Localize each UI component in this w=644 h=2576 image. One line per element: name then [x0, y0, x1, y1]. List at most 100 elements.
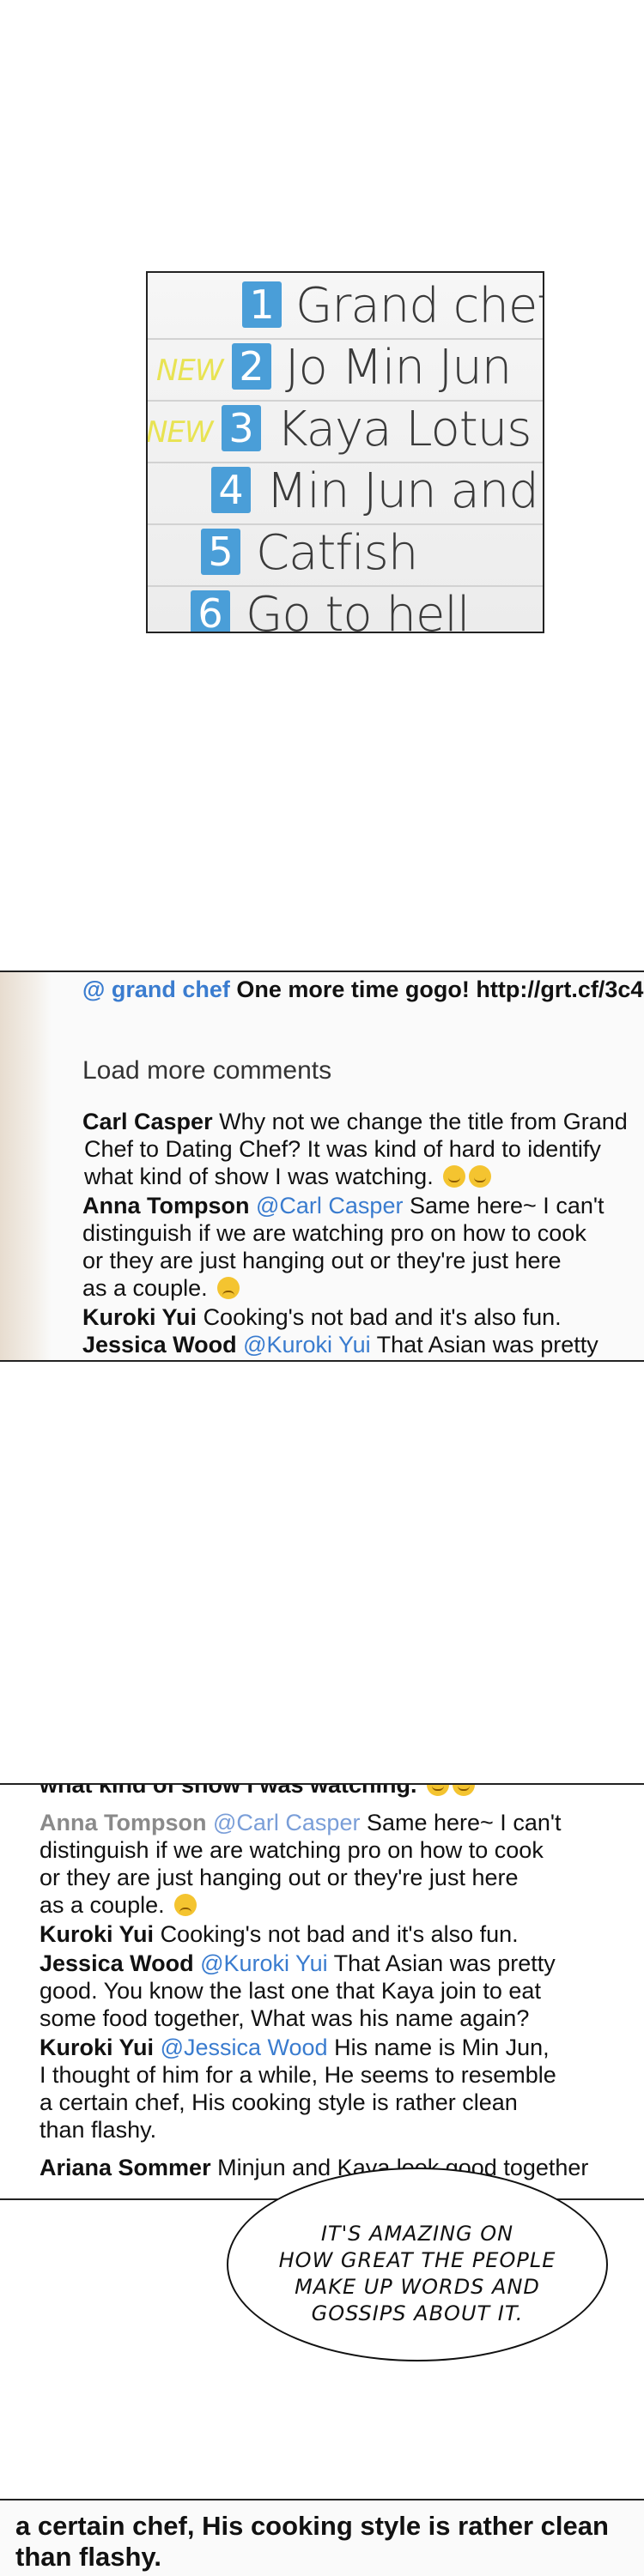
commenter-name[interactable]: Kuroki Yui: [39, 1921, 154, 1947]
comment-line: Jessica Wood @Kuroki Yui That Asian was …: [82, 1331, 598, 1358]
comment-line: or they are just hanging out or they're …: [39, 1864, 518, 1891]
top-post: @ grand chef One more time gogo! http://…: [82, 976, 644, 1003]
new-badge: NEW: [146, 415, 214, 450]
bubble-line: MAKE UP WORDS AND: [295, 2275, 540, 2299]
comment-line: Carl Casper Why not we change the title …: [82, 1108, 628, 1135]
rank-number: 4: [211, 467, 251, 513]
comment-line: a certain chef, His cooking style is rat…: [39, 2089, 518, 2116]
commenter-name[interactable]: Kuroki Yui: [82, 1304, 197, 1330]
ranking-item[interactable]: 4 Min Jun and: [148, 462, 543, 525]
comment-text: a certain chef, His cooking style is rat…: [39, 2089, 518, 2115]
comment-text: a certain chef, His cooking style is rat…: [15, 2511, 609, 2541]
comment-closeup: a certain chef, His cooking style is rat…: [0, 2499, 644, 2576]
comment-text: as a couple.: [82, 1275, 208, 1301]
ranking-item[interactable]: 1 Grand chef: [148, 276, 543, 340]
comment-line: Anna Tompson @Carl Casper Same here~ I c…: [82, 1192, 605, 1219]
rank-number: 3: [222, 405, 261, 451]
comment-line: as a couple.: [82, 1274, 240, 1302]
comment-text: I thought of him for a while, He seems t…: [39, 2062, 556, 2088]
grinning-emoji-icon: [469, 1165, 492, 1188]
ranking-name: Grand chef: [295, 278, 544, 334]
comment-text: what kind of show I was watching.: [84, 1164, 434, 1189]
comments-section-zoomed: what kind of show I was watching. Anna T…: [0, 1783, 644, 2200]
load-more-comments-button[interactable]: Load more comments: [82, 1056, 331, 1085]
comment-line: or they are just hanging out or they're …: [82, 1247, 561, 1274]
mention-link[interactable]: @Jessica Wood: [161, 2035, 328, 2060]
rank-number: 6: [191, 590, 230, 632]
comment-text: or they are just hanging out or they're …: [82, 1248, 562, 1273]
comment-text: than flashy.: [15, 2542, 161, 2572]
comment-line: what kind of show I was watching.: [84, 1163, 492, 1190]
grinning-emoji-icon: [443, 1165, 466, 1188]
comment-text: His name is Min Jun,: [334, 2035, 550, 2060]
comment-line: Chef to Dating Chef? It was kind of hard…: [84, 1135, 601, 1163]
mention-link[interactable]: @Carl Casper: [213, 1810, 360, 1835]
comment-line: Jessica Wood @Kuroki Yui That Asian was …: [39, 1950, 556, 1977]
comment-text: Same here~ I can't: [366, 1810, 562, 1835]
ranking-name: Kaya Lotus: [276, 402, 532, 457]
comment-text: or they are just hanging out or they're …: [39, 1865, 519, 1890]
comment-text: what kind of show I was watching.: [39, 1783, 417, 1798]
comment-text: Same here~ I can't: [409, 1193, 605, 1218]
ranking-name: Go to hell: [246, 587, 471, 633]
comment-text: distinguish if we are watching pro on ho…: [82, 1220, 586, 1246]
bubble-line: GOSSIPS ABOUT IT.: [311, 2301, 524, 2325]
comment-line: some food together, What was his name ag…: [39, 2005, 529, 2032]
commenter-name[interactable]: Carl Casper: [82, 1109, 213, 1134]
comment-text: Why not we change the title from Grand: [219, 1109, 628, 1134]
commenter-name[interactable]: Jessica Wood: [39, 1950, 194, 1976]
comment-text: than flashy.: [39, 2117, 157, 2143]
speech-bubble-text: IT'S AMAZING ON HOW GREAT THE PEOPLE MAK…: [228, 2221, 606, 2327]
ranking-item[interactable]: NEW 2 Jo Min Jun: [148, 338, 543, 402]
comment-text: good. You know the last one that Kaya jo…: [39, 1978, 541, 2004]
comment-line: Anna Tompson @Carl Casper Same here~ I c…: [39, 1809, 562, 1836]
mention-link[interactable]: @ grand chef: [82, 977, 230, 1002]
comment-line: distinguish if we are watching pro on ho…: [39, 1836, 544, 1864]
commenter-name[interactable]: Anna Tompson: [82, 1193, 249, 1218]
ranking-name: Jo Min Jun: [285, 340, 512, 396]
rank-number: 5: [201, 529, 240, 575]
comment-line: Kuroki Yui Cooking's not bad and it's al…: [39, 1920, 519, 1948]
comment-text: Cooking's not bad and it's also fun.: [160, 1921, 519, 1947]
comment-text: Chef to Dating Chef? It was kind of hard…: [84, 1136, 601, 1162]
commenter-name[interactable]: Jessica Wood: [82, 1332, 237, 1358]
comment-text: One more time gogo! http://grt.cf/3c4GH: [236, 977, 644, 1002]
rank-number: 1: [242, 281, 282, 328]
comment-line: what kind of show I was watching.: [39, 1783, 476, 1799]
comment-line: than flashy.: [39, 2116, 156, 2144]
comment-text: as a couple.: [39, 1892, 165, 1918]
search-ranking-panel: 1 Grand chef NEW 2 Jo Min Jun NEW 3 Kaya…: [146, 271, 544, 633]
comment-line: I thought of him for a while, He seems t…: [39, 2061, 556, 2089]
comments-section: @ grand chef One more time gogo! http://…: [0, 971, 644, 1362]
new-badge: NEW: [156, 354, 224, 388]
comment-text: That Asian was pretty: [376, 1332, 598, 1358]
ranking-item[interactable]: 6 Go to hell: [148, 585, 543, 633]
comment-line: Kuroki Yui Cooking's not bad and it's al…: [82, 1303, 562, 1331]
comment-line: as a couple.: [39, 1891, 197, 1919]
comment-text: That Asian was pretty: [333, 1950, 556, 1976]
speech-bubble: IT'S AMAZING ON HOW GREAT THE PEOPLE MAK…: [227, 2168, 608, 2361]
comment-text: some food together, What was his name ag…: [39, 2005, 530, 2031]
bubble-line: HOW GREAT THE PEOPLE: [278, 2248, 556, 2272]
mention-link[interactable]: @Kuroki Yui: [200, 1950, 328, 1976]
bubble-line: IT'S AMAZING ON: [320, 2222, 514, 2246]
ranking-item[interactable]: 5 Catfish: [148, 523, 543, 587]
sad-emoji-icon: [217, 1277, 240, 1299]
comment-line: distinguish if we are watching pro on ho…: [82, 1219, 586, 1247]
rank-number: 2: [232, 343, 271, 390]
mention-link[interactable]: @Kuroki Yui: [243, 1332, 371, 1358]
comment-text: distinguish if we are watching pro on ho…: [39, 1837, 544, 1863]
grinning-emoji-icon: [453, 1785, 476, 1796]
comment-line: good. You know the last one that Kaya jo…: [39, 1977, 541, 2005]
ranking-name: Min Jun and: [266, 463, 539, 519]
ranking-name: Catfish: [256, 525, 418, 581]
ranking-item[interactable]: NEW 3 Kaya Lotus: [148, 400, 543, 463]
sad-emoji-icon: [174, 1894, 197, 1916]
comment-line: Ariana Sommer Minjun and Kaya look good …: [39, 2154, 588, 2181]
mention-link[interactable]: @Carl Casper: [256, 1193, 403, 1218]
grinning-emoji-icon: [427, 1785, 450, 1796]
commenter-name[interactable]: Anna Tompson: [39, 1810, 206, 1835]
commenter-name[interactable]: Kuroki Yui: [39, 2035, 154, 2060]
commenter-name[interactable]: Ariana Sommer: [39, 2155, 211, 2180]
comment-text: Cooking's not bad and it's also fun.: [203, 1304, 562, 1330]
